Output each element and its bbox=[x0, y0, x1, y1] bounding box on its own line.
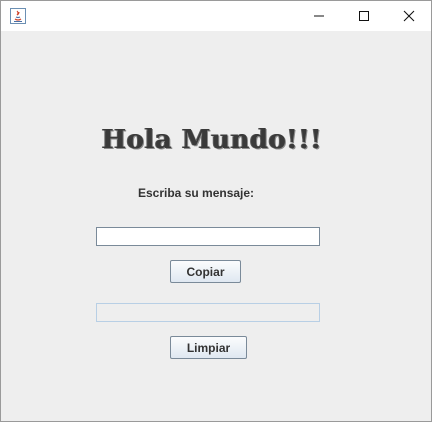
close-button[interactable] bbox=[387, 1, 431, 31]
heading-label: Hola Mundo!!! bbox=[101, 125, 323, 155]
clear-button[interactable]: Limpiar bbox=[170, 336, 247, 359]
java-icon bbox=[10, 8, 26, 24]
content-pane: Hola Mundo!!! Escriba su mensaje: Copiar… bbox=[1, 31, 431, 421]
message-input[interactable] bbox=[96, 227, 320, 246]
app-window: Hola Mundo!!! Escriba su mensaje: Copiar… bbox=[0, 0, 432, 422]
copy-button[interactable]: Copiar bbox=[170, 260, 241, 283]
prompt-label: Escriba su mensaje: bbox=[138, 186, 255, 200]
close-icon bbox=[403, 7, 415, 26]
minimize-icon bbox=[313, 7, 325, 26]
maximize-icon bbox=[358, 7, 370, 26]
maximize-button[interactable] bbox=[342, 1, 386, 31]
minimize-button[interactable] bbox=[297, 1, 341, 31]
output-field bbox=[96, 303, 320, 322]
title-bar[interactable] bbox=[1, 1, 431, 31]
